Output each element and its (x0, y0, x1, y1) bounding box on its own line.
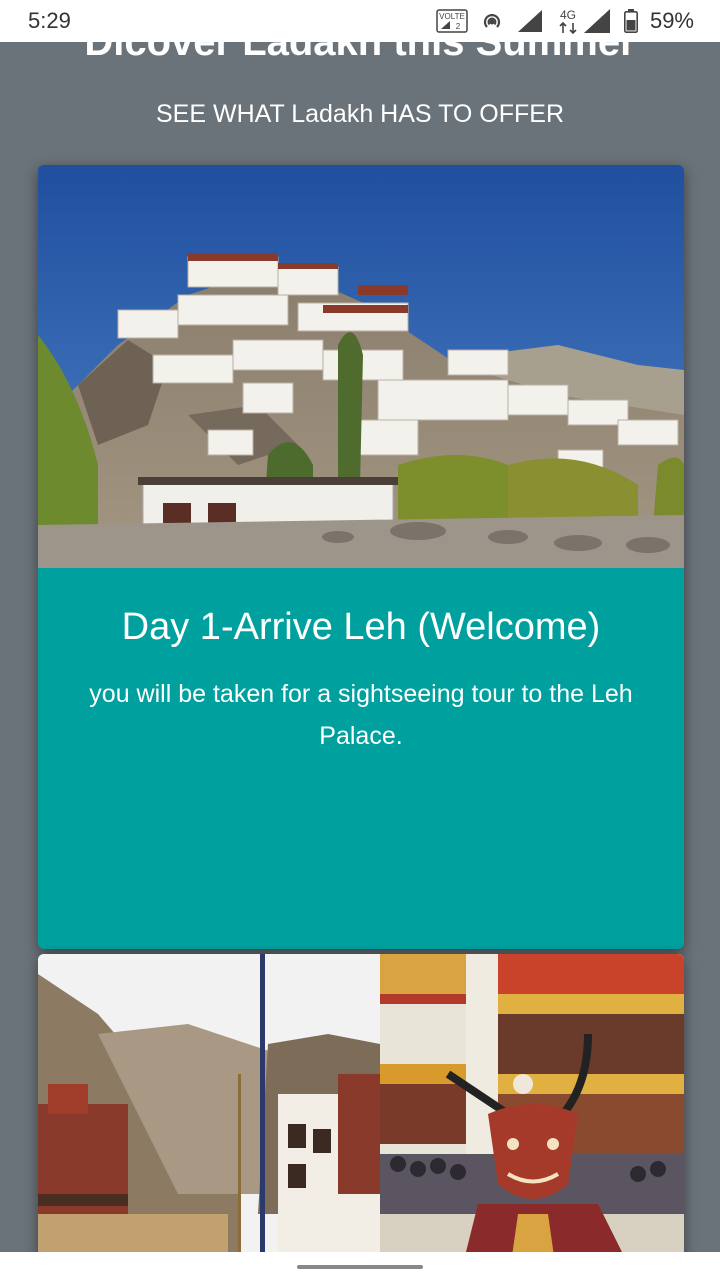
itinerary-card-day-2[interactable] (38, 954, 684, 1280)
page-subtitle: SEE WHAT Ladakh HAS TO OFFER (156, 100, 564, 128)
volte-icon: VOLTE 2 (436, 9, 468, 33)
hemis-monastery-mask-dance-photo (38, 954, 684, 1280)
signal-4g-icon: 4G (556, 7, 612, 35)
status-icons: VOLTE 2 4G 59% (436, 7, 694, 35)
status-bar: 5:29 VOLTE 2 4G 59% (0, 0, 720, 42)
battery-percent: 59% (649, 8, 694, 33)
monastery-hill-photo (38, 165, 684, 568)
hotspot-icon (480, 9, 504, 33)
home-gesture-handle[interactable] (297, 1265, 423, 1269)
network-type-text: 4G (560, 8, 576, 22)
card-description: you will be taken for a sightseeing tour… (89, 680, 633, 750)
status-time: 5:29 (28, 8, 71, 33)
screen: 5:29 VOLTE 2 4G 59% Dicover Ladakh this … (0, 0, 720, 1280)
itinerary-card-day-1[interactable]: Day 1-Arrive Leh (Welcome) you will be t… (38, 165, 684, 949)
volte-badge-text: VOLTE (439, 12, 465, 21)
card-title: Day 1-Arrive Leh (Welcome) (121, 606, 601, 648)
navigation-bar (0, 1252, 720, 1280)
battery-icon (623, 9, 638, 33)
signal-icon (516, 8, 544, 34)
volte-sub-text: 2 (456, 22, 461, 31)
